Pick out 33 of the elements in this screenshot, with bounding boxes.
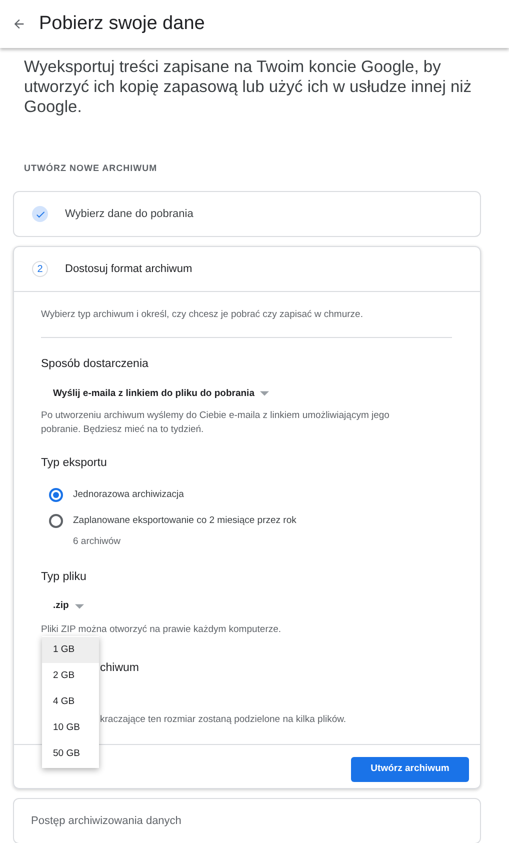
radio-label: Jednorazowa archiwizacja (73, 488, 184, 502)
delivery-dropdown[interactable]: Wyślij e-maila z linkiem do pliku do pobrania (53, 386, 270, 401)
file-type-note: Pliki ZIP można otworzyć na prawie każdym komputerze. (41, 623, 282, 638)
section-heading: Typ eksportu (41, 456, 108, 471)
step-number: 2 (32, 261, 48, 277)
intro-text: Wyeksportuj treści zapisane na Twoim koncie Google, by utworzyć ich kopię zapasową lub użyć ich w usłudze innej niż Google. (24, 57, 473, 117)
caret-icon (74, 604, 84, 609)
caret-icon (260, 391, 270, 396)
section-heading: chiwum (100, 660, 140, 676)
section-heading: Sposób dostarczenia (41, 357, 150, 372)
progress-card[interactable]: Postęp archiwizowania danych (13, 798, 481, 843)
section-label: UTWÓRZ NOWE ARCHIWUM (24, 163, 158, 173)
radio-label: Zaplanowane eksportowanie co 2 miesiące przez rok (73, 514, 296, 528)
radio-button[interactable] (49, 514, 63, 528)
create-archive-button[interactable]: Utwórz archiwum (351, 757, 469, 782)
menu-item[interactable]: 50 GB (42, 741, 99, 767)
step-description: Wybierz typ archiwum i określ, czy chcesz je pobrać czy zapisać w chmurze. (41, 308, 364, 322)
size-note: kraczające ten rozmiar zostaną podzielone na kilka plików. (100, 712, 348, 727)
menu-item[interactable]: 10 GB (42, 715, 99, 741)
step-card[interactable]: Wybierz dane do pobrania (13, 191, 481, 237)
radio-button[interactable] (49, 488, 63, 502)
menu-item[interactable]: 1 GB (42, 637, 99, 663)
step-title: Wybierz dane do pobrania (65, 206, 194, 222)
progress-title: Postęp archiwizowania danych (31, 814, 182, 829)
page-title: Pobierz swoje dane (39, 12, 205, 36)
menu-item[interactable]: 4 GB (42, 689, 99, 715)
section-heading: Typ pliku (41, 570, 88, 585)
file-type-dropdown[interactable]: .zip (53, 599, 84, 614)
menu-item[interactable]: 2 GB (42, 663, 99, 689)
back-icon[interactable] (12, 17, 26, 31)
delivery-note: Po utworzeniu archiwum wyślemy do Ciebie e-maila z linkiem umożliwiającym jego pobranie. Będziesz mieć na to tydzień. (41, 408, 390, 437)
option-detail: 6 archiwów (73, 534, 122, 548)
step-title: Dostosuj format archiwum (65, 262, 192, 277)
